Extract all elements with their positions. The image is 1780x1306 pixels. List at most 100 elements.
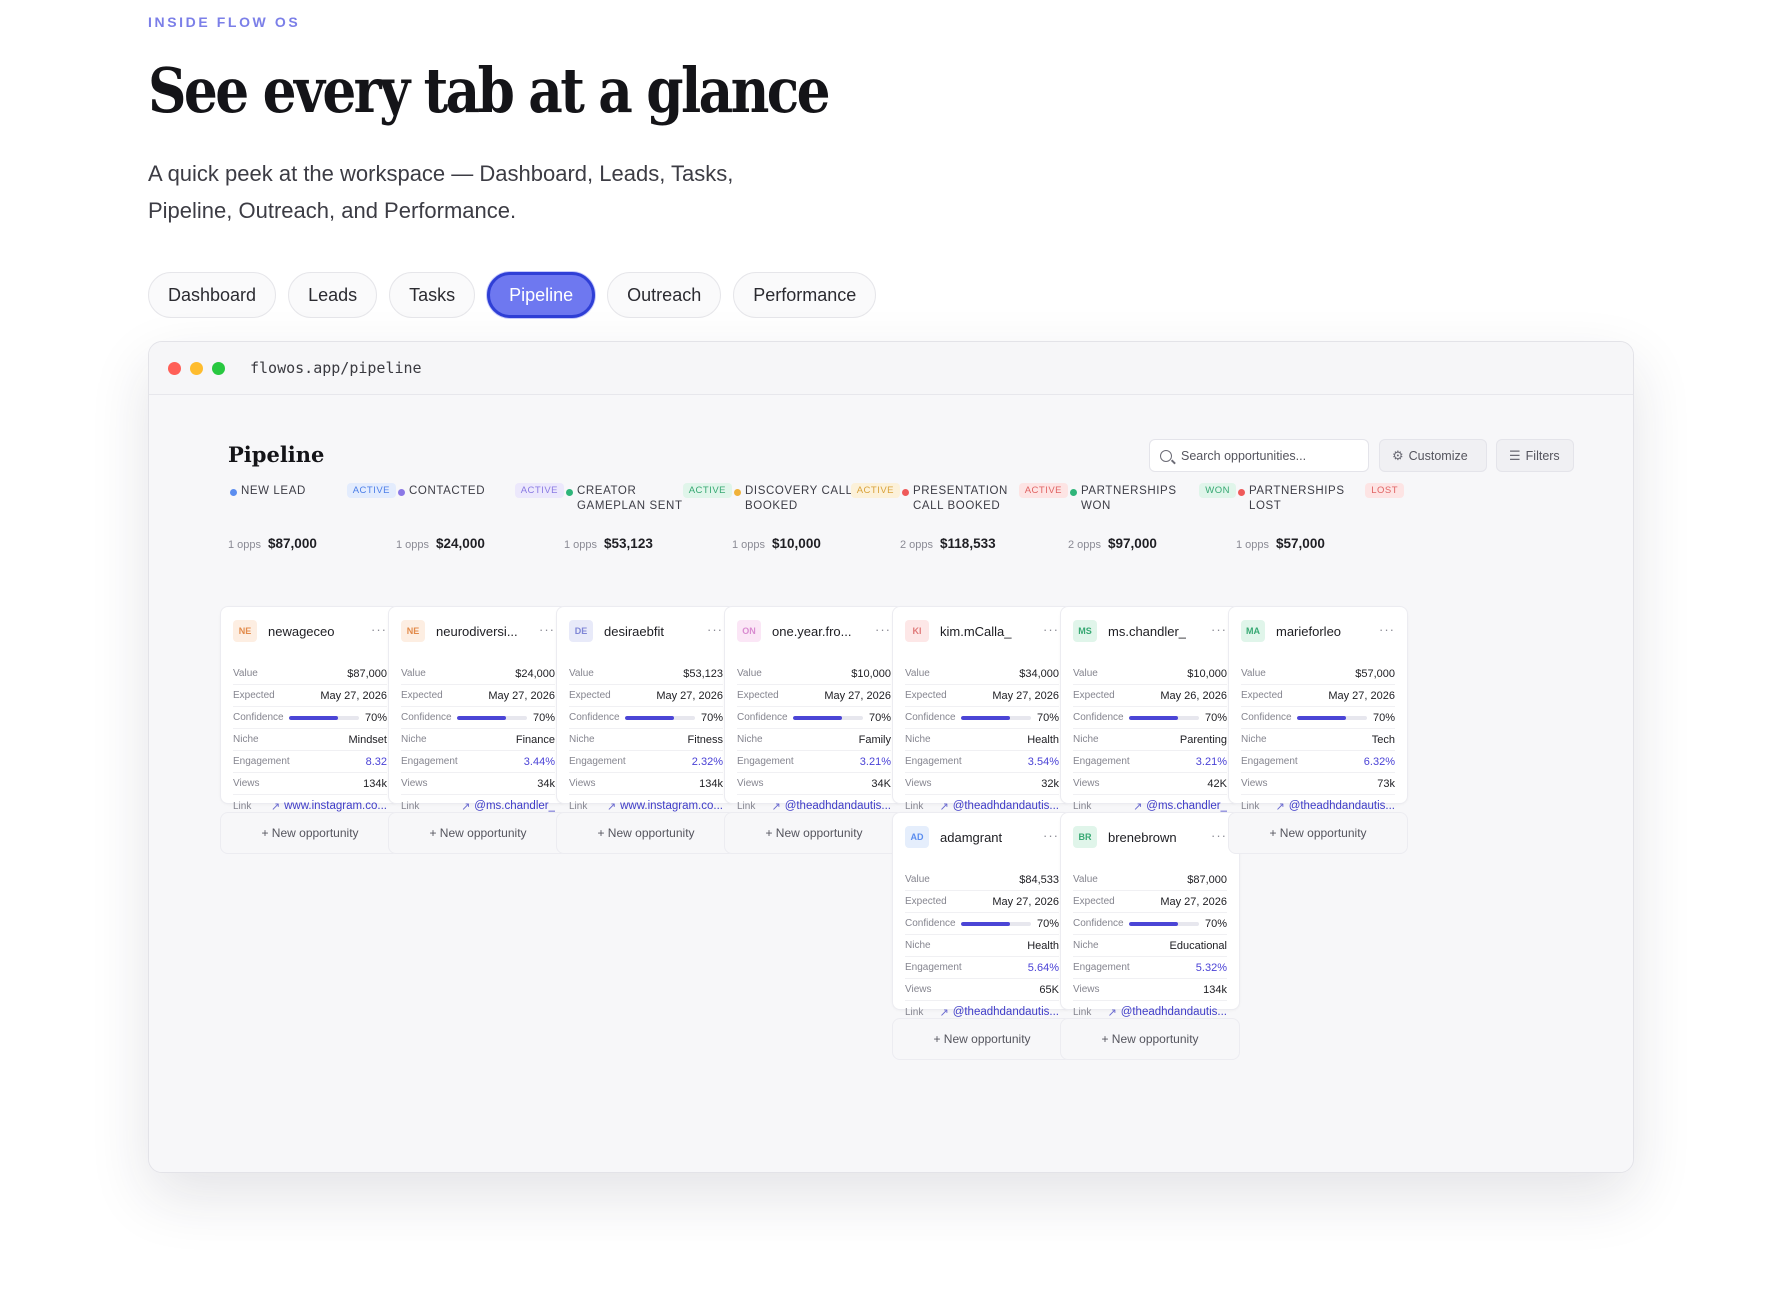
views-value: 65K <box>1039 983 1059 996</box>
opportunity-card[interactable]: DE desiraebfit ··· Value $53,123 Expected May … <box>556 606 736 813</box>
more-options-icon[interactable]: ··· <box>1211 828 1227 843</box>
link-text: @theadhdandautis... <box>1288 800 1395 812</box>
avatar: DE <box>569 620 593 642</box>
confidence-value: 70% <box>532 711 555 724</box>
profile-link[interactable]: ↗ www.instagram.co... <box>271 800 387 813</box>
field-label: Views <box>569 778 596 789</box>
profile-link[interactable]: ↗ www.instagram.co... <box>607 800 723 813</box>
more-options-icon[interactable]: ··· <box>371 622 387 637</box>
link-text: @theadhdandautis... <box>784 800 891 812</box>
confidence-bar-fill <box>960 921 1010 926</box>
close-window-button[interactable] <box>168 361 181 375</box>
search-box[interactable] <box>1149 439 1369 472</box>
customize-button[interactable]: ⚙ Customize <box>1379 439 1487 472</box>
confidence-meter: 70% <box>960 918 1059 930</box>
opportunity-count: 1 opps <box>564 539 598 551</box>
field-row-views: Views 42K <box>1073 773 1227 795</box>
new-opportunity-button[interactable]: + New opportunity <box>556 812 736 854</box>
opportunity-card[interactable]: KI kim.mCalla_ ··· Value $34,000 Expected May … <box>892 606 1072 813</box>
views-value: 32k <box>1041 777 1059 790</box>
tab-performance[interactable]: Performance <box>733 272 877 318</box>
field-row-expected: Expected May 27, 2026 <box>401 685 555 707</box>
field-row-engagement: Engagement 3.21% <box>737 751 891 773</box>
profile-link[interactable]: ↗ @theadhdandautis... <box>939 1006 1059 1019</box>
opportunity-card[interactable]: BR brenebrown ··· Value $87,000 Expected May 2… <box>1060 812 1240 1019</box>
niche-value: Family <box>858 733 891 746</box>
filters-button[interactable]: ☰ Filters <box>1496 439 1574 472</box>
link-text: www.instagram.co... <box>620 800 723 812</box>
tab-dashboard[interactable]: Dashboard <box>148 272 277 318</box>
search-input[interactable] <box>1181 448 1361 463</box>
opportunity-card[interactable]: MA marieforleo ··· Value $57,000 Expected May … <box>1228 606 1408 813</box>
field-row-value: Value $87,000 <box>1073 869 1227 891</box>
avatar: NE <box>401 620 425 642</box>
field-label: Niche <box>401 734 427 745</box>
address-bar[interactable]: flowos.app/pipeline <box>250 359 422 377</box>
profile-link[interactable]: ↗ @theadhdandautis... <box>771 800 891 813</box>
profile-link[interactable]: ↗ @theadhdandautis... <box>1107 1006 1227 1019</box>
profile-link[interactable]: ↗ @theadhdandautis... <box>1275 800 1395 813</box>
tab-outreach[interactable]: Outreach <box>607 272 722 318</box>
more-options-icon[interactable]: ··· <box>1211 622 1227 637</box>
profile-link[interactable]: ↗ @theadhdandautis... <box>939 800 1059 813</box>
creator-name[interactable]: neurodiversi... <box>436 624 518 639</box>
field-label: Value <box>1073 874 1098 885</box>
tab-tasks[interactable]: Tasks <box>389 272 476 318</box>
field-label: Value <box>905 668 930 679</box>
new-opportunity-button[interactable]: + New opportunity <box>724 812 904 854</box>
new-opportunity-button[interactable]: + New opportunity <box>1228 812 1408 854</box>
creator-name[interactable]: brenebrown <box>1108 830 1177 845</box>
opportunity-card[interactable]: NE newageceo ··· Value $87,000 Expected May 27… <box>220 606 400 813</box>
opportunity-card[interactable]: NE neurodiversi... ··· Value $24,000 Expected… <box>388 606 568 813</box>
more-options-icon[interactable]: ··· <box>707 622 723 637</box>
expected-value: May 27, 2026 <box>320 689 387 702</box>
stage-dot <box>566 489 573 496</box>
opportunity-card[interactable]: MS ms.chandler_ ··· Value $10,000 Expected May… <box>1060 606 1240 813</box>
field-row-value: Value $87,000 <box>233 663 387 685</box>
creator-name[interactable]: adamgrant <box>940 830 1002 845</box>
niche-value: Tech <box>1371 733 1395 746</box>
more-options-icon[interactable]: ··· <box>539 622 555 637</box>
engagement-value: 2.32% <box>691 755 723 768</box>
profile-link[interactable]: ↗ @ms.chandler_ <box>461 800 555 813</box>
value-value: $10,000 <box>851 667 891 680</box>
card-fields: Value $57,000 Expected May 27, 2026 Confiden… <box>1241 663 1395 817</box>
confidence-bar-fill <box>960 715 1010 720</box>
creator-name[interactable]: marieforleo <box>1276 624 1341 639</box>
stage-dot <box>1238 489 1245 496</box>
link-text: www.instagram.co... <box>284 800 387 812</box>
confidence-value: 70% <box>700 711 723 724</box>
new-opportunity-button[interactable]: + New opportunity <box>220 812 400 854</box>
field-label: Engagement <box>233 756 290 767</box>
opportunity-card[interactable]: AD adamgrant ··· Value $84,533 Expected May 27… <box>892 812 1072 1019</box>
more-options-icon[interactable]: ··· <box>1379 622 1395 637</box>
field-row-expected: Expected May 27, 2026 <box>1241 685 1395 707</box>
confidence-bar-fill <box>288 715 338 720</box>
external-link-icon: ↗ <box>771 800 781 813</box>
more-options-icon[interactable]: ··· <box>1043 828 1059 843</box>
profile-link[interactable]: ↗ @ms.chandler_ <box>1133 800 1227 813</box>
new-opportunity-button[interactable]: + New opportunity <box>1060 1018 1240 1060</box>
creator-name[interactable]: newageceo <box>268 624 335 639</box>
field-label: Niche <box>1073 940 1099 951</box>
opportunity-card[interactable]: ON one.year.fro... ··· Value $10,000 Expected… <box>724 606 904 813</box>
tab-leads[interactable]: Leads <box>288 272 378 318</box>
creator-name[interactable]: kim.mCalla_ <box>940 624 1012 639</box>
field-label: Views <box>905 778 932 789</box>
stage-name: PARTNERSHIPS LOST <box>1249 485 1345 512</box>
field-label: Expected <box>401 690 443 701</box>
card-header: DE desiraebfit ··· <box>569 620 725 642</box>
more-options-icon[interactable]: ··· <box>875 622 891 637</box>
more-options-icon[interactable]: ··· <box>1043 622 1059 637</box>
maximize-window-button[interactable] <box>212 361 225 375</box>
new-opportunity-button[interactable]: + New opportunity <box>892 1018 1072 1060</box>
minimize-window-button[interactable] <box>190 361 203 375</box>
new-opportunity-button[interactable]: + New opportunity <box>388 812 568 854</box>
confidence-bar-fill <box>624 715 674 720</box>
creator-name[interactable]: desiraebfit <box>604 624 664 639</box>
confidence-bar <box>960 715 1031 720</box>
creator-name[interactable]: ms.chandler_ <box>1108 624 1186 639</box>
field-row-expected: Expected May 27, 2026 <box>737 685 891 707</box>
creator-name[interactable]: one.year.fro... <box>772 624 852 639</box>
tab-pipeline[interactable]: Pipeline <box>487 272 596 318</box>
